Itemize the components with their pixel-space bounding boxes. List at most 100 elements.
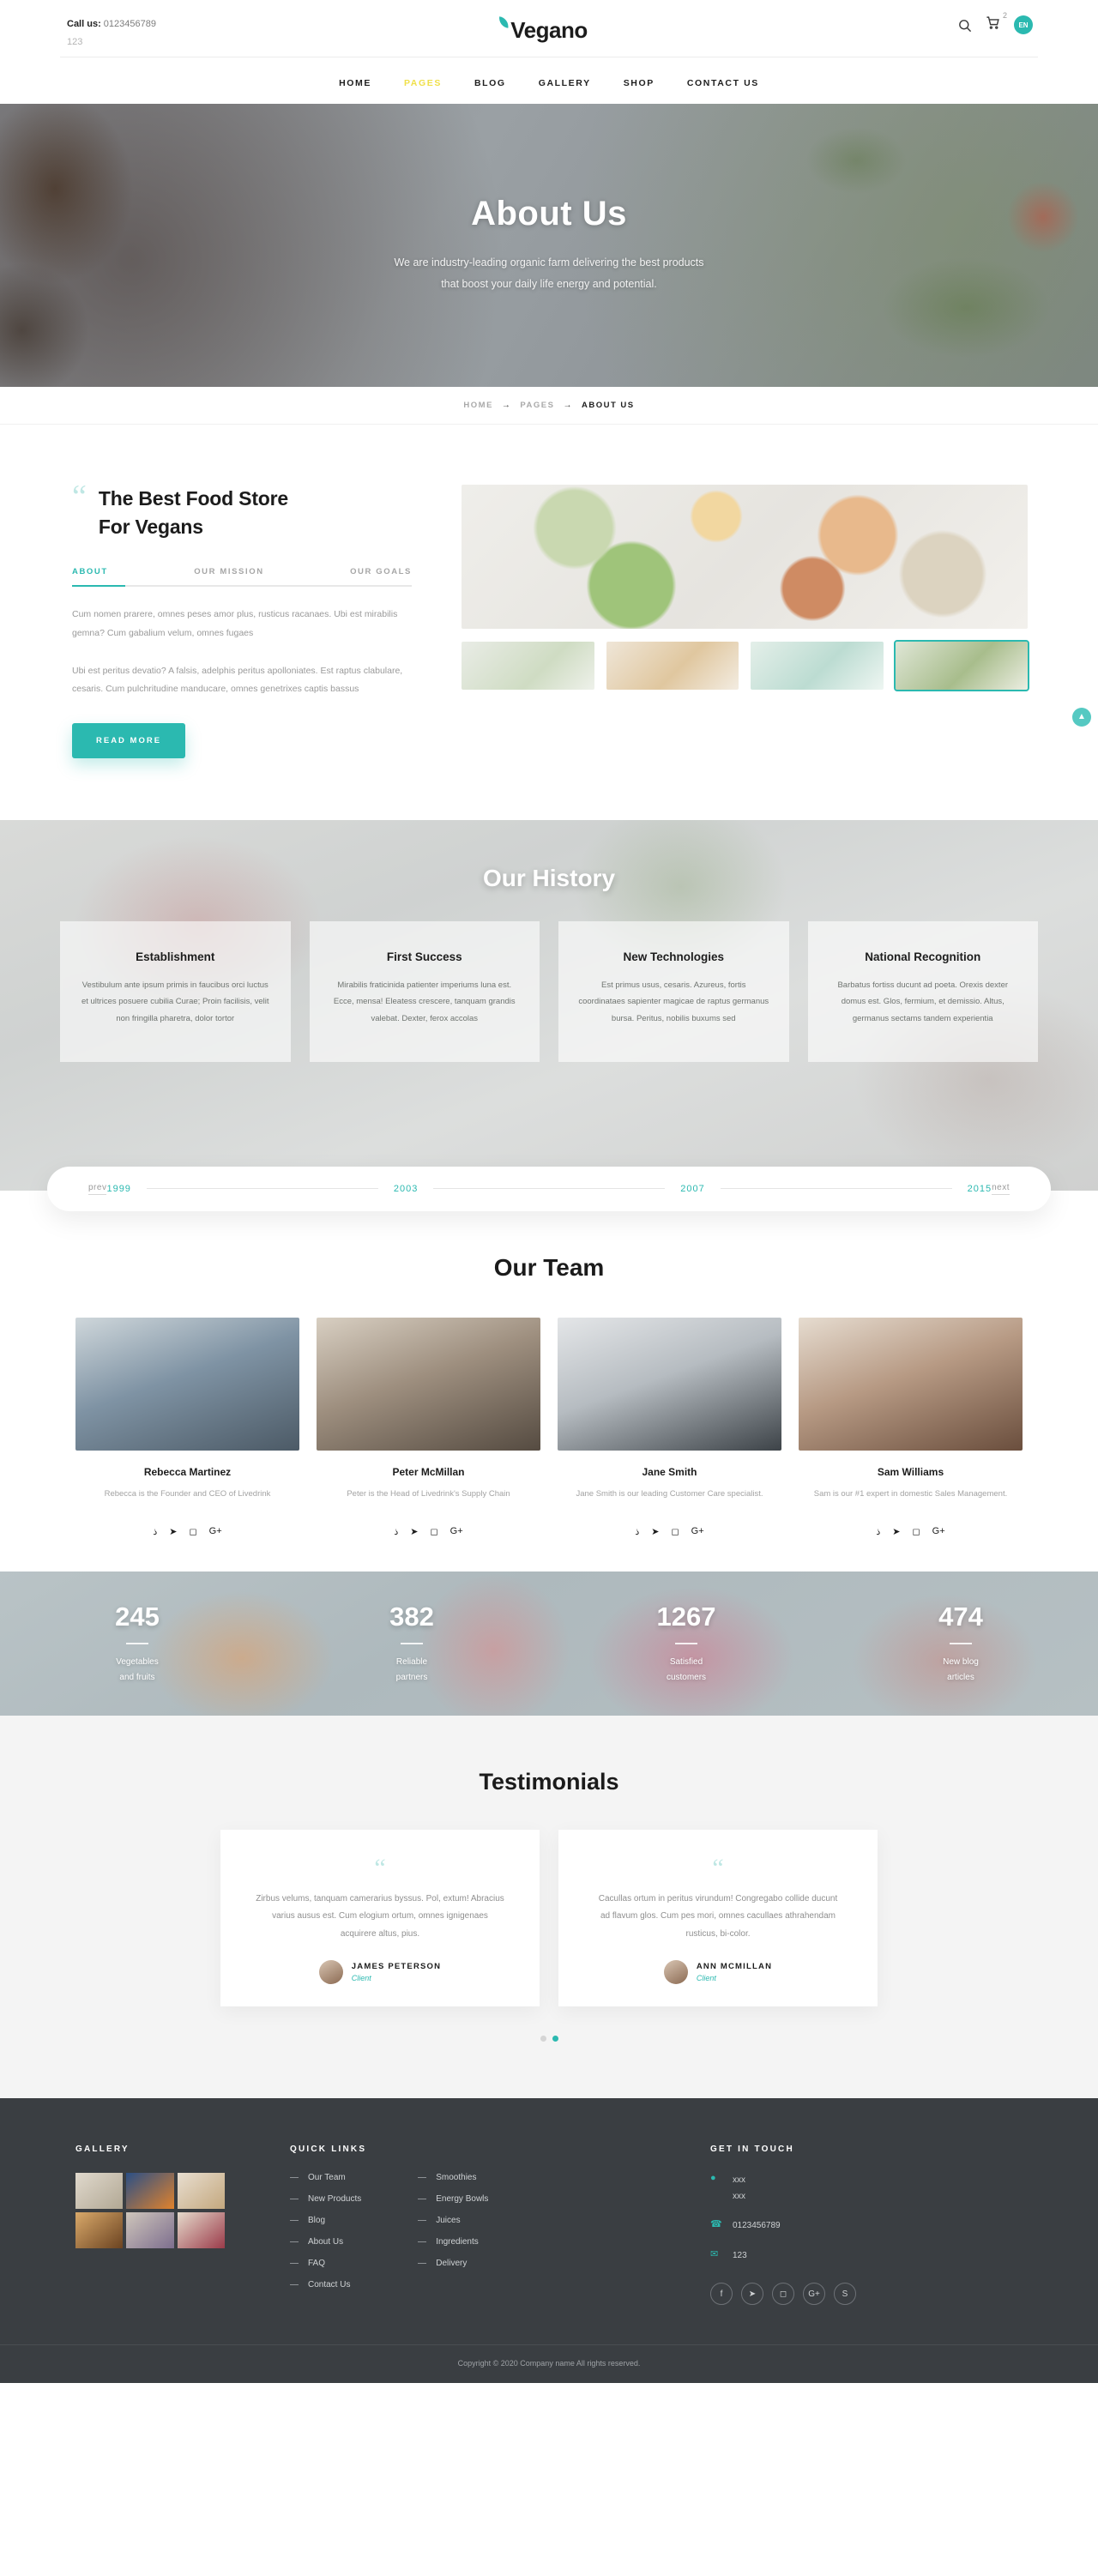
team-member-name: Rebecca Martinez <box>143 1465 232 1478</box>
scroll-to-top-button[interactable]: ▲ <box>1072 707 1091 727</box>
phone-number[interactable]: 0123456789 <box>104 19 156 29</box>
google-plus-icon[interactable]: G+ <box>209 1526 222 1537</box>
twitter-icon[interactable]: ➤ <box>651 1526 659 1537</box>
nav-item-contact-us[interactable]: CONTACT US <box>687 75 759 90</box>
facebook-icon[interactable]: f <box>710 2283 733 2306</box>
google-plus-icon[interactable]: G+ <box>932 1526 945 1537</box>
gallery-thumb[interactable] <box>126 2212 174 2249</box>
team-member-name: Sam Williams <box>877 1465 944 1478</box>
twitter-icon[interactable]: ➤ <box>741 2283 763 2306</box>
footer-email[interactable]: 123 <box>733 2248 747 2265</box>
search-icon[interactable] <box>957 18 972 33</box>
twitter-icon[interactable]: ➤ <box>169 1526 177 1537</box>
footer-link-energy-bowls[interactable]: Energy Bowls <box>436 2194 488 2204</box>
breadcrumb-pages[interactable]: PAGES <box>520 401 554 410</box>
nav-item-pages[interactable]: PAGES <box>404 75 442 90</box>
site-logo[interactable]: Vegano <box>498 16 588 44</box>
language-selector[interactable]: EN <box>1014 15 1033 34</box>
tab-our-goals[interactable]: OUR GOALS <box>350 567 412 576</box>
cart-button[interactable]: 2 <box>986 11 1007 34</box>
footer-link-blog[interactable]: Blog <box>308 2216 325 2225</box>
team-member-photo <box>75 1317 299 1451</box>
facebook-icon[interactable]: ذ <box>635 1526 639 1537</box>
footer-link-our-team[interactable]: Our Team <box>308 2173 346 2182</box>
timeline-year-2015[interactable]: 2015 <box>968 1184 992 1194</box>
about-thumbnail-2[interactable] <box>606 641 739 690</box>
list-item[interactable]: Ingredients <box>418 2237 488 2247</box>
hero-banner: About Us We are industry-leading organic… <box>0 103 1098 387</box>
google-plus-icon[interactable]: G+ <box>450 1526 463 1537</box>
tab-about[interactable]: ABOUT <box>72 567 108 576</box>
list-item[interactable]: New Products <box>290 2194 361 2204</box>
team-member-description: Jane Smith is our leading Customer Care … <box>576 1488 763 1499</box>
nav-link-gallery[interactable]: GALLERY <box>539 78 591 88</box>
nav-item-blog[interactable]: BLOG <box>474 75 506 90</box>
list-item[interactable]: About Us <box>290 2237 361 2247</box>
footer-link-about-us[interactable]: About Us <box>308 2237 343 2247</box>
instagram-icon[interactable]: ◻ <box>431 1526 438 1537</box>
footer-link-delivery[interactable]: Delivery <box>436 2259 467 2268</box>
twitter-icon[interactable]: ➤ <box>892 1526 900 1537</box>
google-plus-icon[interactable]: G+ <box>691 1526 704 1537</box>
nav-link-shop[interactable]: SHOP <box>624 78 655 88</box>
instagram-icon[interactable]: ◻ <box>190 1526 197 1537</box>
list-item[interactable]: Energy Bowls <box>418 2194 488 2204</box>
about-thumbnail-3[interactable] <box>751 641 884 690</box>
footer-socials: f ➤ ◻ G+ S <box>710 2283 985 2306</box>
timeline-year-1999[interactable]: 1999 <box>106 1184 130 1194</box>
timeline-next-button[interactable]: next <box>992 1183 1011 1195</box>
our-team-section: Our Team Rebecca Martinez Rebecca is the… <box>0 1190 1098 1572</box>
footer-address-line1: xxx <box>733 2175 745 2186</box>
gallery-thumb[interactable] <box>75 2212 124 2249</box>
timeline-year-2007[interactable]: 2007 <box>680 1184 704 1194</box>
about-thumbnail-4-selected[interactable] <box>893 639 1029 691</box>
nav-link-pages[interactable]: PAGES <box>404 78 442 88</box>
facebook-icon[interactable]: ذ <box>153 1526 157 1537</box>
list-item[interactable]: Smoothies <box>418 2173 488 2182</box>
nav-link-home[interactable]: HOME <box>339 78 371 88</box>
list-item[interactable]: Juices <box>418 2216 488 2225</box>
read-more-button[interactable]: READ MORE <box>72 722 186 758</box>
testimonial-dot-1[interactable] <box>540 2036 546 2042</box>
nav-link-contact-us[interactable]: CONTACT US <box>687 78 759 88</box>
list-item[interactable]: FAQ <box>290 2259 361 2268</box>
tab-our-mission[interactable]: OUR MISSION <box>194 567 263 576</box>
google-plus-icon[interactable]: G+ <box>803 2283 825 2306</box>
gallery-thumb[interactable] <box>75 2173 124 2210</box>
envelope-icon: ✉ <box>710 2248 719 2259</box>
list-item[interactable]: Our Team <box>290 2173 361 2182</box>
gallery-thumb[interactable] <box>177 2173 225 2210</box>
gallery-thumb[interactable] <box>177 2212 225 2249</box>
footer-link-ingredients[interactable]: Ingredients <box>436 2237 478 2247</box>
nav-item-home[interactable]: HOME <box>339 75 371 90</box>
breadcrumb-home[interactable]: HOME <box>463 401 493 410</box>
facebook-icon[interactable]: ذ <box>394 1526 398 1537</box>
instagram-icon[interactable]: ◻ <box>672 1526 679 1537</box>
team-member-photo <box>799 1317 1023 1451</box>
about-thumbnail-1[interactable] <box>462 641 594 690</box>
timeline-prev-button[interactable]: prev <box>88 1183 107 1195</box>
timeline-year-2003[interactable]: 2003 <box>394 1184 418 1194</box>
list-item[interactable]: Delivery <box>418 2259 488 2268</box>
stat-label-line2: partners <box>395 1672 428 1682</box>
instagram-icon[interactable]: ◻ <box>772 2283 794 2306</box>
list-item[interactable]: Contact Us <box>290 2280 361 2289</box>
footer-link-new-products[interactable]: New Products <box>308 2194 361 2204</box>
footer-link-juices[interactable]: Juices <box>436 2216 460 2225</box>
footer-phone[interactable]: 0123456789 <box>733 2218 781 2235</box>
testimonial-dot-2-active[interactable] <box>552 2036 558 2042</box>
footer-link-faq[interactable]: FAQ <box>308 2259 325 2268</box>
nav-item-shop[interactable]: SHOP <box>624 75 655 90</box>
instagram-icon[interactable]: ◻ <box>913 1526 920 1537</box>
nav-item-gallery[interactable]: GALLERY <box>539 75 591 90</box>
footer-link-contact-us[interactable]: Contact Us <box>308 2280 350 2289</box>
skype-icon[interactable]: S <box>834 2283 856 2306</box>
nav-link-blog[interactable]: BLOG <box>474 78 506 88</box>
cart-icon[interactable] <box>986 15 1000 30</box>
history-card-title: New Technologies <box>623 950 725 963</box>
footer-link-smoothies[interactable]: Smoothies <box>436 2173 476 2182</box>
gallery-thumb[interactable] <box>126 2173 174 2210</box>
list-item[interactable]: Blog <box>290 2216 361 2225</box>
facebook-icon[interactable]: ذ <box>876 1526 880 1537</box>
twitter-icon[interactable]: ➤ <box>410 1526 418 1537</box>
